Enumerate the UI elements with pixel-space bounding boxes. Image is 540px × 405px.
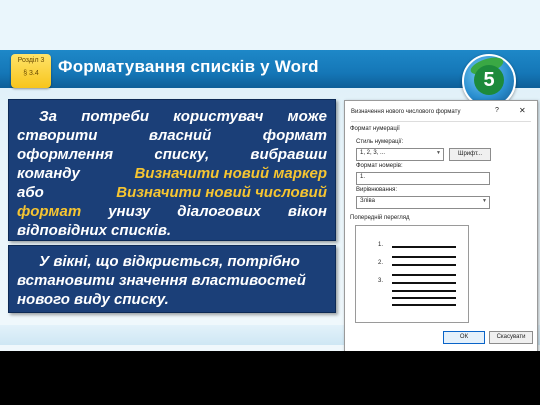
paragraph-line: або Визначити новий числовий: [17, 183, 327, 202]
highlighted-command: Визначити новий числовий: [116, 184, 327, 201]
paragraph-word: створити: [17, 127, 98, 144]
paragraph-line: У вікні, що відкриється, потрібно: [17, 252, 327, 271]
paragraph-word: встановити значення властивостей: [17, 272, 306, 289]
preview-line: [392, 304, 456, 306]
paragraph-word: або: [17, 184, 44, 201]
paragraph-word: діалогових: [177, 203, 261, 220]
letterbox-bottom: [0, 351, 540, 405]
preview-row: 3.: [356, 278, 468, 288]
paragraph-word: списку,: [154, 146, 210, 163]
paragraph-line: За потреби користувач може: [17, 107, 327, 126]
preview-row: 1.: [356, 242, 468, 252]
paragraph-line: оформлення списку, вибравши: [17, 145, 327, 164]
preview-line: [392, 290, 456, 292]
highlighted-command: формат: [17, 203, 82, 220]
number-format-dialog: Визначення нового числового формату ? ✕ …: [344, 100, 538, 352]
paragraph-line: команду Визначити новий маркер: [17, 164, 327, 183]
paragraph-word: команду: [17, 165, 80, 182]
preview-row: 2.: [356, 260, 468, 270]
header-top-band: [0, 0, 540, 50]
align-label: Вирівнювання:: [356, 187, 398, 193]
text-box-main: За потреби користувач може створити власний фо…: [8, 99, 336, 241]
preview-number: 1.: [378, 242, 384, 248]
dialog-title: Визначення нового числового формату: [351, 109, 461, 115]
paragraph-word: За: [39, 108, 57, 125]
preview-label: Попередній перегляд: [350, 215, 410, 221]
font-button[interactable]: Шрифт...: [449, 148, 491, 161]
align-value: Зліва: [360, 198, 375, 204]
preview-line: [392, 256, 456, 258]
preview-line: [392, 264, 456, 266]
paragraph-word: власний: [148, 127, 212, 144]
preview-line: [392, 274, 456, 276]
slide-title: Форматування списків у Word: [58, 57, 319, 76]
paragraph-word: відповідних списків.: [17, 222, 172, 239]
paragraph-line: відповідних списків.: [17, 221, 327, 240]
chevron-down-icon: ▼: [436, 150, 441, 156]
paragraph-line: встановити значення властивостей: [17, 271, 327, 290]
style-value: 1, 2, 3, ...: [360, 150, 386, 156]
paragraph-word: оформлення: [17, 146, 114, 163]
group-numbering-label: Формат нумерації: [350, 126, 400, 132]
cancel-button[interactable]: Скасувати: [489, 331, 533, 344]
align-select[interactable]: Зліва ▼: [356, 196, 490, 209]
paragraph-word: У вікні, що відкриється, потрібно: [39, 253, 300, 270]
main-paragraph: За потреби користувач може створити власний фо…: [17, 107, 327, 240]
preview-line: [392, 282, 456, 284]
help-icon[interactable]: ?: [495, 107, 499, 114]
ok-button[interactable]: ОК: [443, 331, 485, 344]
paragraph-word: формат: [262, 127, 327, 144]
preview-number: 2.: [378, 260, 384, 266]
format-input[interactable]: 1.: [356, 172, 490, 185]
paragraph-word: вікон: [287, 203, 327, 220]
paragraph-word: потреби: [81, 108, 149, 125]
preview-number: 3.: [378, 278, 384, 284]
preview-pane: 1. 2. 3.: [355, 225, 469, 323]
paragraph-line: створити власний формат: [17, 126, 327, 145]
chevron-down-icon: ▼: [482, 198, 487, 204]
paragraph-word: користувач: [173, 108, 264, 125]
paragraph-line: формат унизу діалогових вікон: [17, 202, 327, 221]
style-select[interactable]: 1, 2, 3, ... ▼: [356, 148, 444, 161]
format-label: Формат номерів:: [356, 163, 403, 169]
preview-line: [392, 246, 456, 248]
section-badge-line: § 3.4: [23, 70, 39, 77]
paragraph-word: унизу: [108, 203, 151, 220]
divider: [351, 121, 531, 122]
highlighted-command: Визначити новий маркер: [134, 165, 327, 182]
paragraph-word: може: [287, 108, 327, 125]
preview-line: [392, 297, 456, 299]
paragraph-line: нового виду списку.: [17, 290, 327, 309]
section-badge-line: Розділ 3: [17, 57, 45, 64]
secondary-paragraph: У вікні, що відкриється, потрібно встанов…: [17, 252, 327, 309]
paragraph-word: нового виду списку.: [17, 291, 169, 308]
format-value: 1.: [360, 174, 366, 180]
slide: Розділ 3 § 3.4 Форматування списків у Wo…: [0, 0, 540, 405]
text-box-secondary: У вікні, що відкриється, потрібно встанов…: [8, 245, 336, 313]
grade-number: 5: [474, 65, 504, 95]
paragraph-word: вибравши: [250, 146, 327, 163]
close-icon[interactable]: ✕: [519, 106, 526, 115]
section-badge: Розділ 3 § 3.4: [11, 54, 51, 88]
style-label: Стиль нумерації:: [356, 139, 404, 145]
